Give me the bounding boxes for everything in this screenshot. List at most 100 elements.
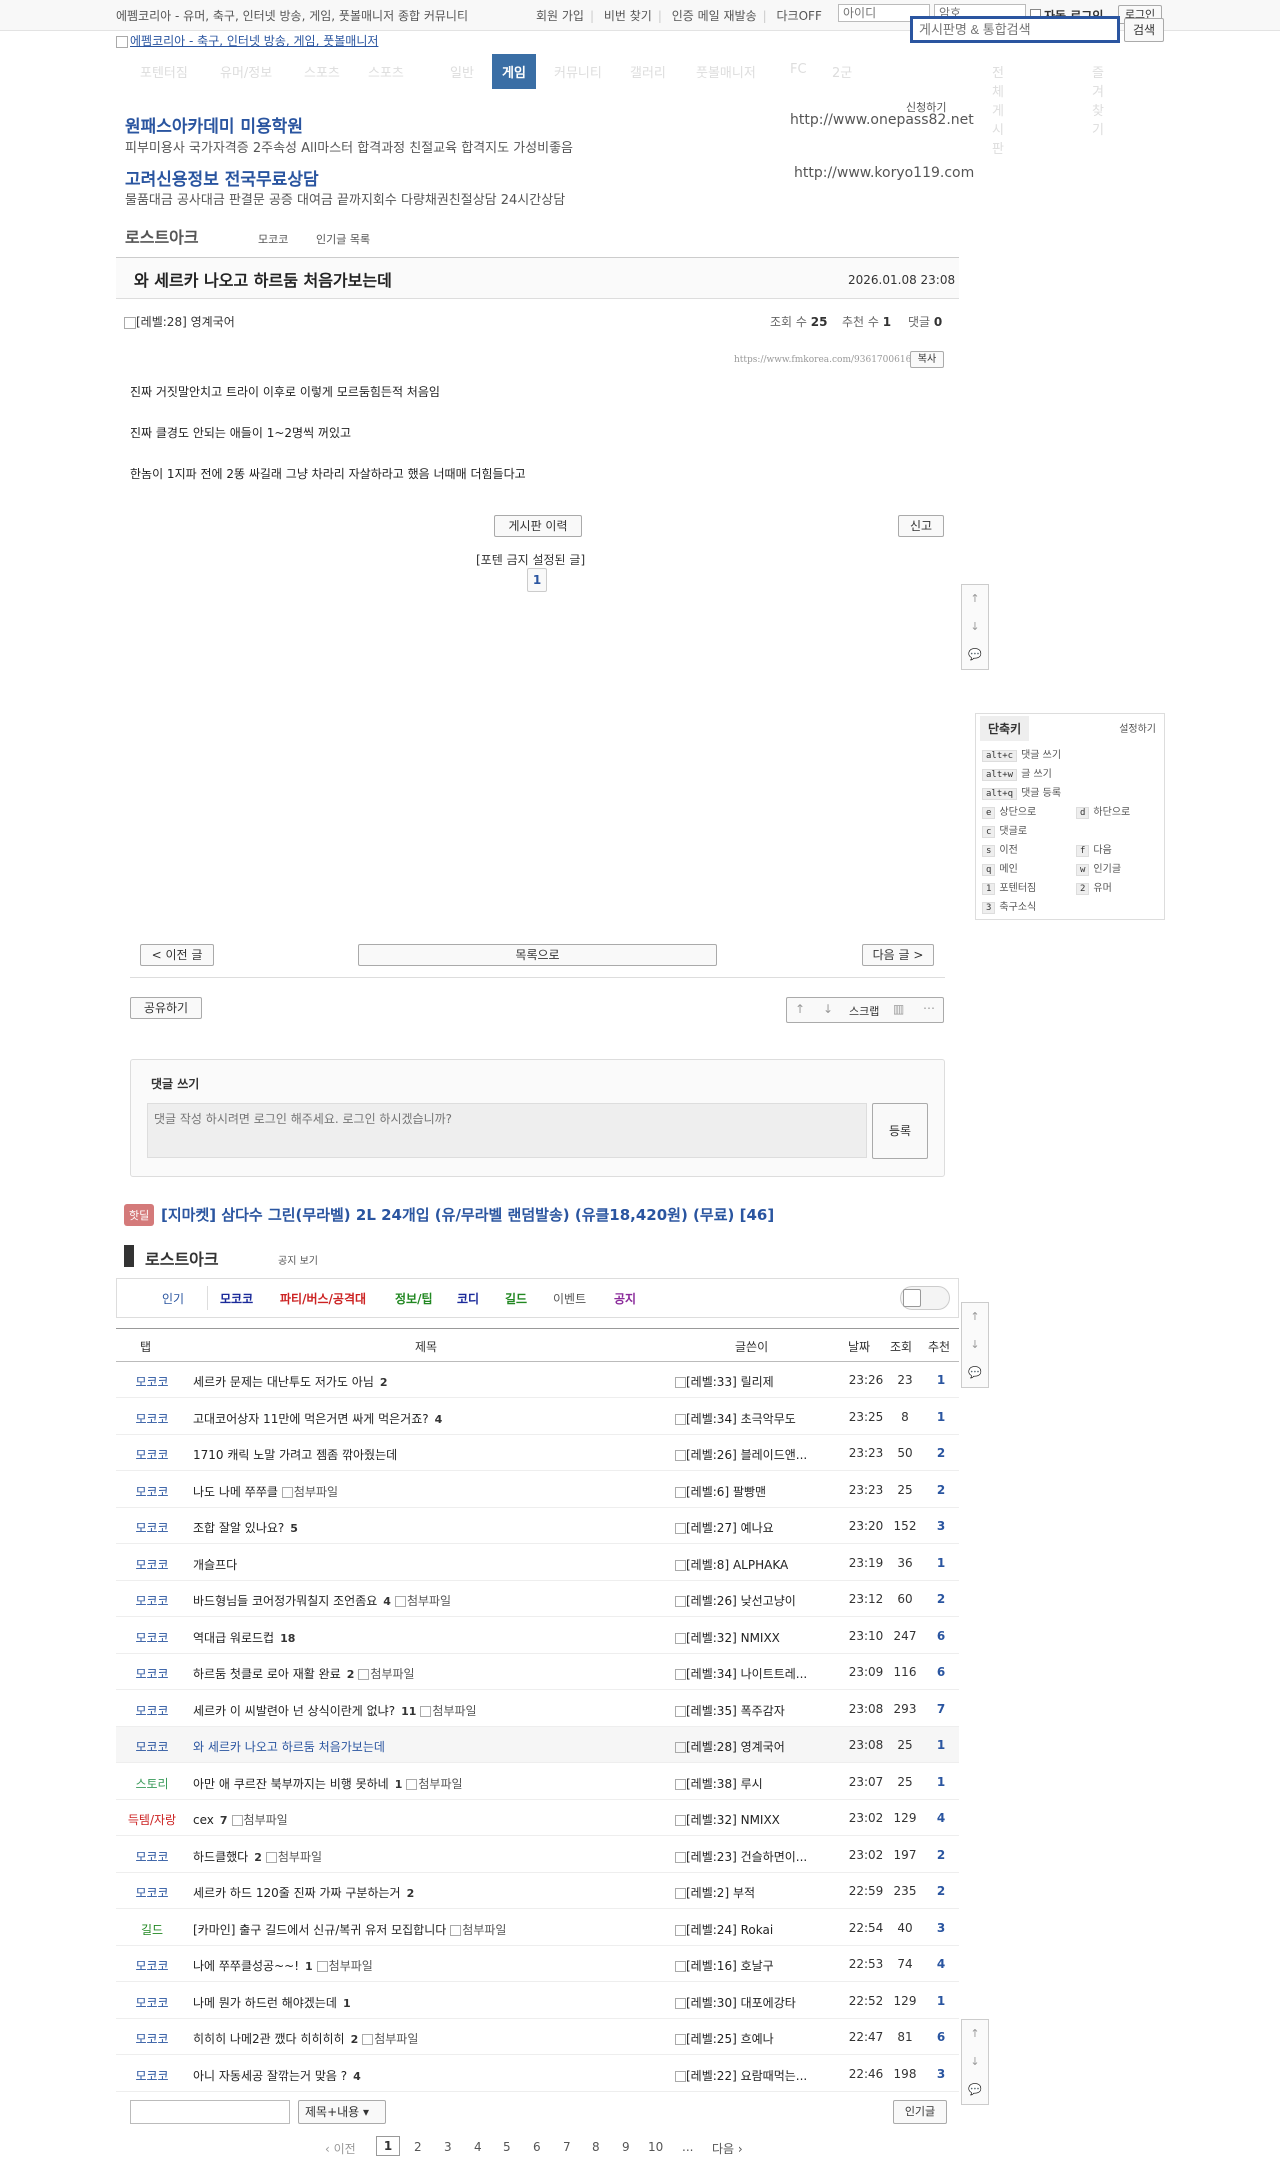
shortcut-settings-link[interactable]: 설정하기 (1119, 720, 1156, 735)
category-event[interactable]: 이벤트 (553, 1290, 586, 1307)
next-post-button[interactable]: 다음 글 > (862, 944, 934, 966)
row-title[interactable]: 고대코어상자 11만에 먹은거면 싸게 먹은거죠? 4 (193, 1410, 442, 1427)
chat-icon[interactable]: 💬 (962, 641, 988, 669)
row-title[interactable]: [카마인] 출구 길드에서 신규/복귀 유저 모집합니다 첨부파일 (193, 1921, 506, 1938)
pager-page[interactable]: 9 (622, 2140, 630, 2154)
row-tab[interactable]: 모코코 (116, 1994, 188, 2011)
row-author[interactable]: [레벨:38] 루시 (675, 1775, 845, 1792)
copy-url-button[interactable]: 복사 (910, 351, 944, 368)
category-codi[interactable]: 코디 (457, 1290, 479, 1307)
row-title[interactable]: 바드형님들 코어정가뭐칠지 조언좀요 4 첨부파일 (193, 1592, 451, 1609)
prev-post-button[interactable]: < 이전 글 (140, 944, 214, 966)
row-title[interactable]: 아니 자동세공 잘깎는거 맞음 ? 4 (193, 2067, 361, 2084)
row-author[interactable]: [레벨:32] NMIXX (675, 1629, 845, 1646)
nav-item-general[interactable]: 일반 (450, 62, 474, 81)
row-tab[interactable]: 모코코 (116, 1702, 188, 1719)
row-author[interactable]: [레벨:34] 초극악무도 (675, 1410, 845, 1427)
row-author[interactable]: [레벨:24] Rokai (675, 1921, 845, 1938)
table-row[interactable]: 모코코 조합 잘알 있나요? 5 [레벨:27] 예나요 23:20 152 3 (116, 1508, 959, 1544)
table-row[interactable]: 모코코 세르카 이 씨발련아 넌 상식이란게 없냐? 11 첨부파일 [레벨:35] 폭… (116, 1691, 959, 1727)
scroll-down-icon[interactable]: ↓ (962, 613, 988, 641)
more-icon[interactable]: ⋯ (923, 1001, 935, 1015)
site-logo[interactable]: 에펨코리아 - 축구, 인터넷 방송, 게임, 풋볼매니저 (116, 32, 378, 49)
ad-title-1[interactable]: 원패스아카데미 미용학원 (125, 112, 303, 137)
notice-toggle[interactable]: 공지 보기 (278, 1252, 318, 1267)
stats-icon[interactable]: ▥ (893, 1002, 904, 1016)
board-tab-popular[interactable]: 인기글 목록 (316, 231, 370, 247)
row-title[interactable]: 나도 나메 쭈쭈클 첨부파일 (193, 1483, 338, 1500)
row-title[interactable]: 아만 애 쿠르잔 북부까지는 비행 못하네 1 첨부파일 (193, 1775, 463, 1792)
nav-item-2nd[interactable]: 2군 (832, 62, 852, 81)
row-author[interactable]: [레벨:2] 부적 (675, 1884, 845, 1901)
row-tab[interactable]: 모코코 (116, 1629, 188, 1646)
table-row[interactable]: 모코코 고대코어상자 11만에 먹은거면 싸게 먹은거죠? 4 [레벨:34] 초극악… (116, 1399, 959, 1435)
row-tab[interactable]: 길드 (116, 1921, 188, 1938)
signup-link[interactable]: 회원 가입 (536, 9, 584, 23)
row-tab[interactable]: 모코코 (116, 2067, 188, 2084)
row-tab[interactable]: 모코코 (116, 1738, 188, 1755)
ad-url-1[interactable]: http://www.onepass82.net (790, 112, 974, 128)
row-title[interactable]: 조합 잘알 있나요? 5 (193, 1519, 298, 1536)
scroll-down-icon[interactable]: ↓ (962, 2048, 988, 2076)
table-row[interactable]: 스토리 아만 애 쿠르잔 북부까지는 비행 못하네 1 첨부파일 [레벨:38] 루시 2… (116, 1764, 959, 1800)
table-row[interactable]: 모코코 1710 캐릭 노말 가려고 젬좀 깎아줬는데 [레벨:26] 블레이드앤.… (116, 1435, 959, 1471)
chat-icon[interactable]: 💬 (962, 1359, 988, 1387)
row-tab[interactable]: 득템/자랑 (116, 1811, 188, 1828)
row-author[interactable]: [레벨:32] NMIXX (675, 1811, 845, 1828)
pager-page[interactable]: 7 (563, 2140, 571, 2154)
nav-item-sports[interactable]: 스포츠 (304, 62, 340, 81)
row-title[interactable]: 나메 뭔가 하드런 해야겠는데 1 (193, 1994, 351, 2011)
table-row[interactable]: 모코코 역대급 워로드컵 18 [레벨:32] NMIXX 23:10 247 6 (116, 1618, 959, 1654)
pager-page[interactable]: 3 (444, 2140, 452, 2154)
row-author[interactable]: [레벨:6] 팔빵맨 (675, 1483, 845, 1500)
row-title[interactable]: 히히히 나메2관 깼다 히히히히 2 첨부파일 (193, 2030, 418, 2047)
scroll-down-icon[interactable]: ↓ (962, 1331, 988, 1359)
row-tab[interactable]: 스토리 (116, 1775, 188, 1792)
row-title[interactable]: 하드클했다 2 첨부파일 (193, 1848, 322, 1865)
category-party[interactable]: 파티/버스/공격대 (280, 1290, 366, 1307)
hotdeal-link[interactable]: [지마켓] 삼다수 그린(무라벨) 2L 24개입 (유/무라벨 랜덤발송) (… (161, 1204, 774, 1225)
row-author[interactable]: [레벨:26] 블레이드앤... (675, 1446, 845, 1463)
table-row[interactable]: 모코코 세르카 하드 120줄 진짜 가짜 구분하는거 2 [레벨:2] 부적 22:5… (116, 1873, 959, 1909)
search-input[interactable] (910, 16, 1120, 43)
row-title[interactable]: 개슬프다 (193, 1556, 237, 1573)
resend-email-link[interactable]: 인증 메일 재발송 (672, 9, 757, 23)
board-name[interactable]: 로스트아크 (125, 224, 199, 248)
pager-page[interactable]: 8 (592, 2140, 600, 2154)
find-password-link[interactable]: 비번 찾기 (604, 9, 652, 23)
nav-item-gallery[interactable]: 갤러리 (630, 62, 666, 81)
category-popular[interactable]: 인기 (162, 1290, 184, 1307)
nav-item-fm[interactable]: 풋볼매니저 (696, 62, 756, 81)
pager-page[interactable]: 5 (503, 2140, 511, 2154)
row-author[interactable]: [레벨:22] 요람때먹는... (675, 2067, 845, 2084)
chat-icon[interactable]: 💬 (962, 2076, 988, 2104)
row-title[interactable]: 역대급 워로드컵 18 (193, 1629, 295, 1646)
row-author[interactable]: [레벨:35] 폭주감자 (675, 1702, 845, 1719)
scroll-up-icon[interactable]: ↑ (962, 2020, 988, 2048)
upvote-icon[interactable]: ↑ (795, 1002, 805, 1016)
share-button[interactable]: 공유하기 (130, 997, 202, 1019)
scrap-button[interactable]: 스크랩 (849, 1003, 879, 1019)
view-toggle[interactable] (900, 1286, 950, 1310)
nav-item-game[interactable]: 게임 (492, 54, 536, 89)
row-author[interactable]: [레벨:25] 흐예나 (675, 2030, 845, 2047)
comment-textarea[interactable] (147, 1103, 867, 1158)
board-search-input[interactable] (130, 2100, 290, 2124)
row-author[interactable]: [레벨:33] 릴리제 (675, 1373, 845, 1390)
post-url[interactable]: https://www.fmkorea.com/9361700616 (734, 355, 911, 365)
row-title[interactable]: 하르둠 첫클로 로아 재활 완료 2 첨부파일 (193, 1665, 415, 1682)
table-row[interactable]: 모코코 바드형님들 코어정가뭐칠지 조언좀요 4 첨부파일 [레벨:26] 낮선고냥이 2… (116, 1581, 959, 1617)
row-title[interactable]: 나에 쭈쭈클성공~~! 1 첨부파일 (193, 1957, 373, 1974)
row-author[interactable]: [레벨:16] 호날구 (675, 1957, 845, 1974)
row-tab[interactable]: 모코코 (116, 1884, 188, 1901)
row-tab[interactable]: 모코코 (116, 1665, 188, 1682)
comment-submit-button[interactable]: 등록 (872, 1103, 928, 1159)
pager-next[interactable]: 다음 › (712, 2140, 743, 2157)
row-author[interactable]: [레벨:28] 영계국어 (675, 1738, 845, 1755)
row-tab[interactable]: 모코코 (116, 1373, 188, 1390)
category-mokoko[interactable]: 모코코 (220, 1290, 253, 1307)
poten-page-1[interactable]: 1 (527, 568, 547, 592)
report-button[interactable]: 신고 (898, 515, 944, 537)
row-tab[interactable]: 모코코 (116, 1483, 188, 1500)
pager-prev[interactable]: ‹ 이전 (325, 2140, 356, 2157)
